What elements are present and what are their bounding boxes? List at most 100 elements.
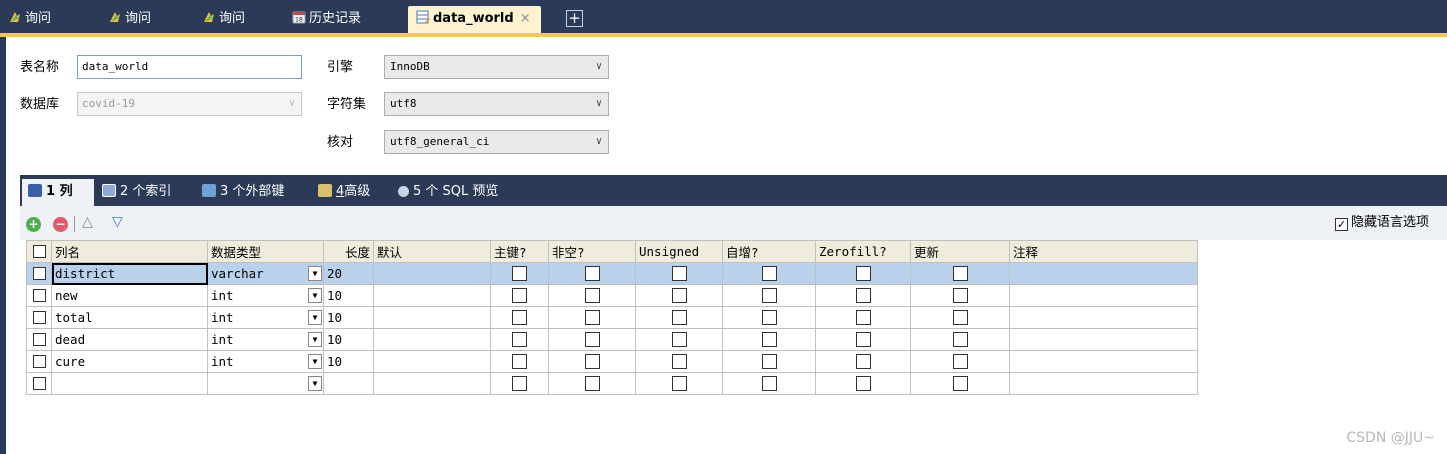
- comment-cell[interactable]: [1009, 262, 1198, 285]
- dropdown-arrow-icon[interactable]: ▼: [308, 332, 322, 347]
- update-cell[interactable]: [910, 306, 1010, 329]
- not-null-cell[interactable]: [548, 350, 636, 373]
- add-tab-button[interactable]: +: [566, 10, 583, 27]
- update-cell[interactable]: [910, 262, 1010, 285]
- row-select-cell[interactable]: [26, 372, 52, 395]
- primary-key-cell[interactable]: [490, 372, 549, 395]
- tab-query-1[interactable]: 询问: [4, 6, 51, 33]
- unsigned-cell[interactable]: [635, 284, 723, 307]
- remove-column-icon[interactable]: −: [53, 217, 68, 232]
- length-cell[interactable]: 10: [323, 350, 374, 373]
- update-cell[interactable]: [910, 284, 1010, 307]
- default-cell[interactable]: [373, 284, 491, 307]
- column-name-cell[interactable]: [51, 372, 208, 395]
- zerofill-cell[interactable]: [815, 284, 911, 307]
- not-null-cell[interactable]: [548, 372, 636, 395]
- unsigned-cell[interactable]: [635, 306, 723, 329]
- row-select-cell[interactable]: [26, 328, 52, 351]
- tab-columns[interactable]: 1 列: [22, 179, 94, 206]
- table-row[interactable]: district varchar ▼ 20: [26, 262, 1198, 285]
- comment-cell[interactable]: [1009, 372, 1198, 395]
- hide-language-options-checkbox[interactable]: ✓ 隐藏语言选项: [1334, 215, 1429, 231]
- auto-increment-cell[interactable]: [722, 372, 816, 395]
- row-select-cell[interactable]: [26, 262, 52, 285]
- header-data-type[interactable]: 数据类型: [207, 240, 324, 263]
- zerofill-cell[interactable]: [815, 350, 911, 373]
- default-cell[interactable]: [373, 262, 491, 285]
- row-select-cell[interactable]: [26, 306, 52, 329]
- zerofill-cell[interactable]: [815, 328, 911, 351]
- primary-key-cell[interactable]: [490, 284, 549, 307]
- table-row[interactable]: total int ▼ 10: [26, 306, 1198, 329]
- collation-select[interactable]: utf8_general_ci ∨: [384, 130, 609, 154]
- table-row[interactable]: dead int ▼ 10: [26, 328, 1198, 351]
- update-cell[interactable]: [910, 350, 1010, 373]
- zerofill-cell[interactable]: [815, 306, 911, 329]
- zerofill-cell[interactable]: [815, 372, 911, 395]
- column-name-cell[interactable]: new: [51, 284, 208, 307]
- header-comment[interactable]: 注释: [1009, 240, 1198, 263]
- tab-sql-preview[interactable]: 5 个 SQL 预览: [392, 179, 504, 206]
- primary-key-cell[interactable]: [490, 262, 549, 285]
- table-row[interactable]: ▼: [26, 372, 1198, 395]
- engine-select[interactable]: InnoDB ∨: [384, 55, 609, 79]
- header-column-name[interactable]: 列名: [51, 240, 208, 263]
- dropdown-arrow-icon[interactable]: ▼: [308, 288, 322, 303]
- auto-increment-cell[interactable]: [722, 328, 816, 351]
- header-default[interactable]: 默认: [373, 240, 491, 263]
- header-length[interactable]: 长度: [323, 240, 374, 263]
- update-cell[interactable]: [910, 328, 1010, 351]
- select-all-cell[interactable]: [26, 240, 52, 263]
- length-cell[interactable]: 10: [323, 284, 374, 307]
- tab-indexes[interactable]: 2 个索引: [96, 179, 177, 206]
- header-not-null[interactable]: 非空?: [548, 240, 636, 263]
- tab-data-world[interactable]: data_world ×: [408, 6, 541, 33]
- default-cell[interactable]: [373, 350, 491, 373]
- header-unsigned[interactable]: Unsigned: [635, 240, 723, 263]
- column-name-cell[interactable]: cure: [51, 350, 208, 373]
- tab-history[interactable]: 18 历史记录: [288, 6, 361, 33]
- unsigned-cell[interactable]: [635, 372, 723, 395]
- comment-cell[interactable]: [1009, 284, 1198, 307]
- zerofill-cell[interactable]: [815, 262, 911, 285]
- header-primary-key[interactable]: 主键?: [490, 240, 549, 263]
- default-cell[interactable]: [373, 372, 491, 395]
- table-row[interactable]: new int ▼ 10: [26, 284, 1198, 307]
- dropdown-arrow-icon[interactable]: ▼: [308, 376, 322, 391]
- unsigned-cell[interactable]: [635, 350, 723, 373]
- header-zerofill[interactable]: Zerofill?: [815, 240, 911, 263]
- table-row[interactable]: cure int ▼ 10: [26, 350, 1198, 373]
- length-cell[interactable]: 10: [323, 328, 374, 351]
- tab-foreign-keys[interactable]: 3 个外部键: [196, 179, 290, 206]
- dropdown-arrow-icon[interactable]: ▼: [308, 310, 322, 325]
- length-cell[interactable]: 20: [323, 262, 374, 285]
- tab-query-3[interactable]: 询问: [198, 6, 245, 33]
- column-name-cell[interactable]: total: [51, 306, 208, 329]
- primary-key-cell[interactable]: [490, 306, 549, 329]
- move-up-icon[interactable]: △: [82, 214, 93, 230]
- header-update[interactable]: 更新: [910, 240, 1010, 263]
- data-type-cell[interactable]: int ▼: [207, 306, 324, 329]
- auto-increment-cell[interactable]: [722, 350, 816, 373]
- data-type-cell[interactable]: int ▼: [207, 284, 324, 307]
- close-icon[interactable]: ×: [520, 11, 531, 26]
- not-null-cell[interactable]: [548, 262, 636, 285]
- data-type-cell[interactable]: ▼: [207, 372, 324, 395]
- row-select-cell[interactable]: [26, 284, 52, 307]
- default-cell[interactable]: [373, 328, 491, 351]
- unsigned-cell[interactable]: [635, 328, 723, 351]
- primary-key-cell[interactable]: [490, 350, 549, 373]
- length-cell[interactable]: [323, 372, 374, 395]
- add-column-icon[interactable]: +: [26, 217, 41, 232]
- default-cell[interactable]: [373, 306, 491, 329]
- charset-select[interactable]: utf8 ∨: [384, 92, 609, 116]
- data-type-cell[interactable]: int ▼: [207, 350, 324, 373]
- header-auto-increment[interactable]: 自增?: [722, 240, 816, 263]
- data-type-cell[interactable]: int ▼: [207, 328, 324, 351]
- length-cell[interactable]: 10: [323, 306, 374, 329]
- tab-query-2[interactable]: 询问: [104, 6, 151, 33]
- comment-cell[interactable]: [1009, 328, 1198, 351]
- column-name-cell[interactable]: dead: [51, 328, 208, 351]
- not-null-cell[interactable]: [548, 328, 636, 351]
- row-select-cell[interactable]: [26, 350, 52, 373]
